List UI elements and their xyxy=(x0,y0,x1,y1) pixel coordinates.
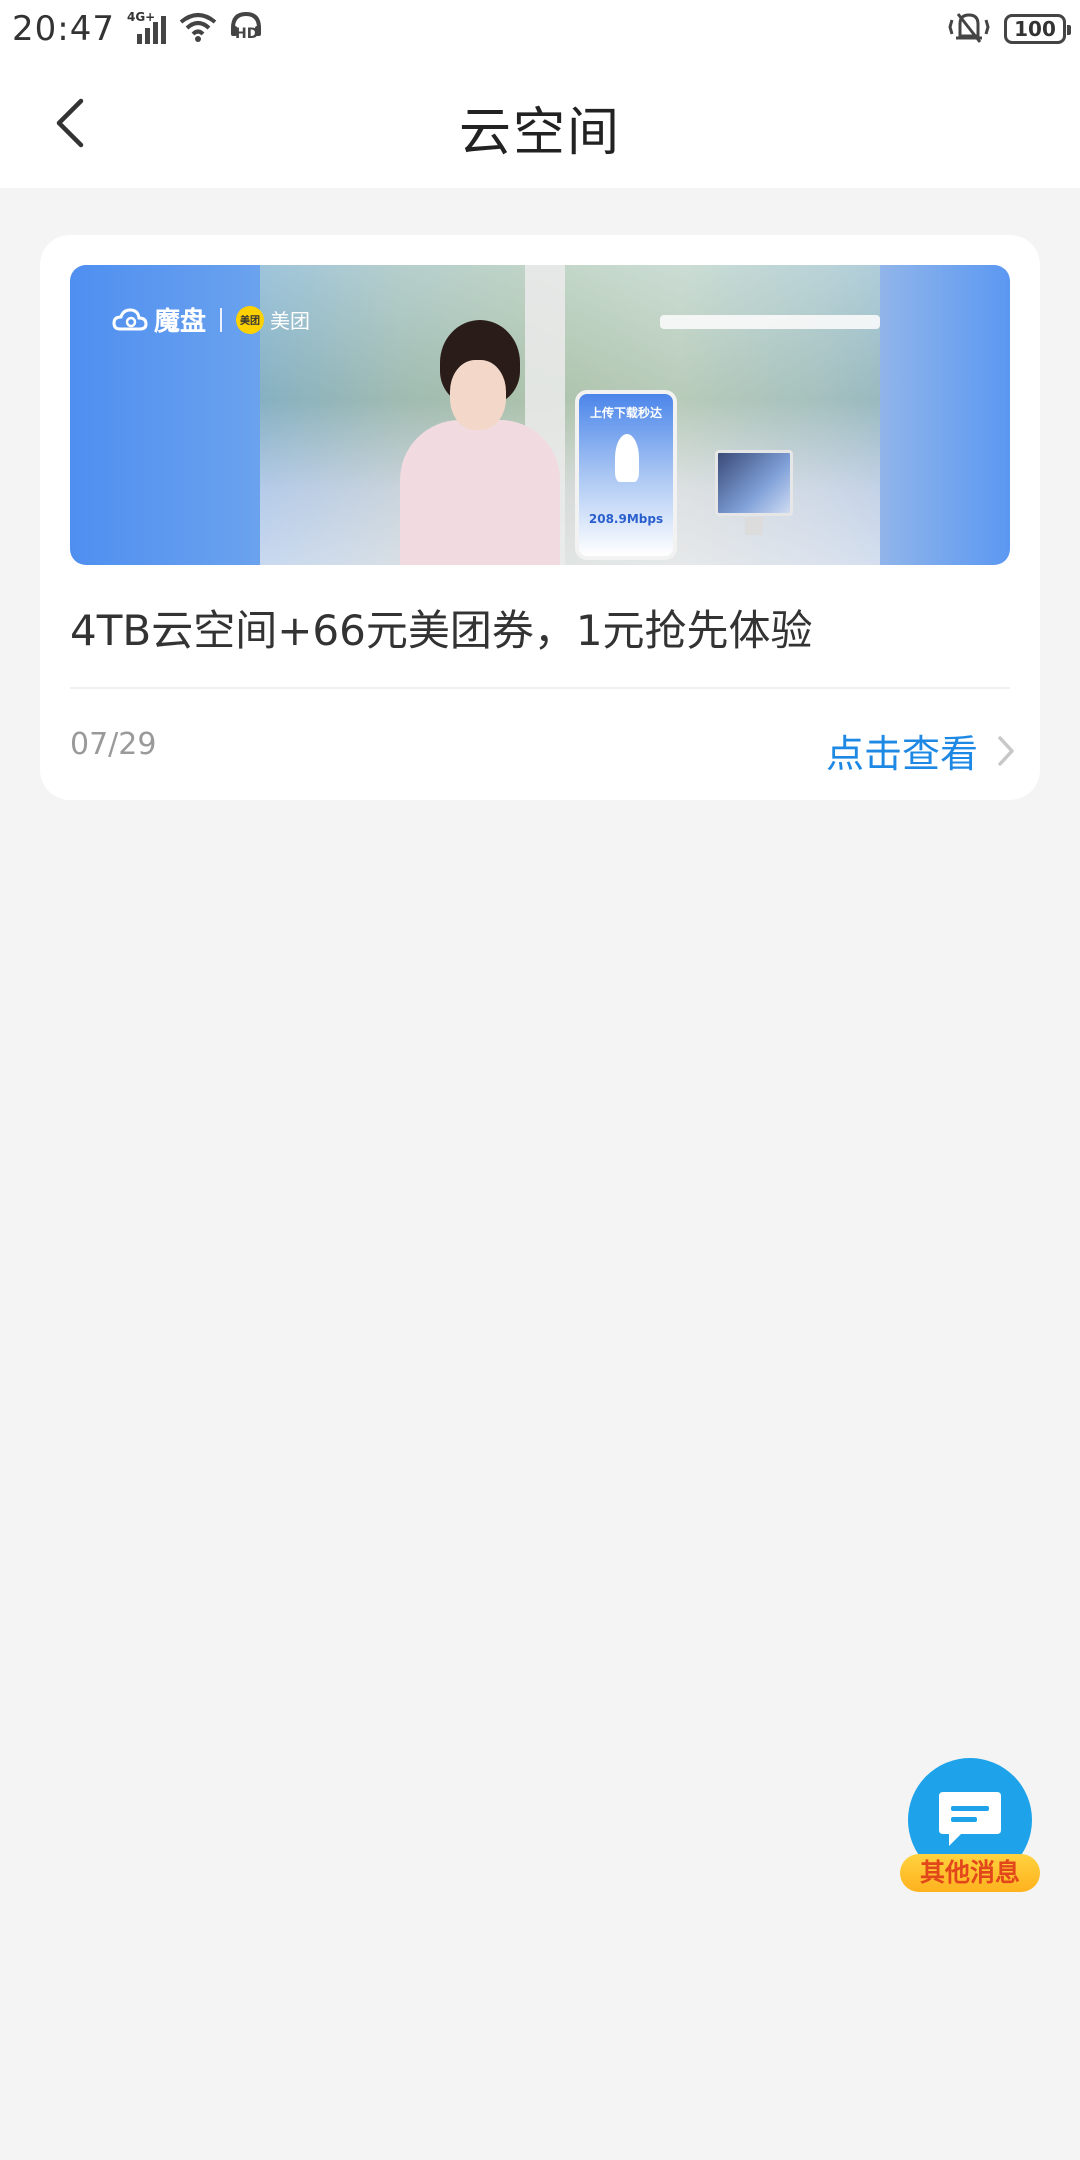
banner-window-backdrop xyxy=(260,265,880,565)
meituan-badge-icon: 美团 xyxy=(236,305,265,334)
model-face xyxy=(450,360,506,430)
signal-icon: 4G+ xyxy=(127,10,167,46)
vibrate-icon xyxy=(948,10,990,48)
status-right: 100 xyxy=(948,10,1071,48)
card-date: 07/29 xyxy=(70,727,157,762)
card-title: 4TB云空间+66元美团券，1元抢先体验 xyxy=(70,606,813,655)
rocket-icon xyxy=(615,434,639,482)
partner-name: 美团 xyxy=(270,309,311,333)
phone-mockup: 上传下载秒达 208.9Mbps xyxy=(575,390,677,560)
card-divider xyxy=(70,687,1010,689)
status-left: 20:47 4G+ HD xyxy=(12,9,263,49)
cloud-icon xyxy=(112,307,148,330)
mopan-logo: 魔盘 xyxy=(112,301,206,338)
banner-logo-group: 魔盘 美团 美团 xyxy=(112,301,310,338)
model-body xyxy=(400,420,560,565)
fab-label: 其他消息 xyxy=(900,1854,1040,1892)
hd-call-icon: HD xyxy=(229,12,263,46)
wifi-icon xyxy=(179,12,217,46)
promo-banner-image[interactable]: 魔盘 美团 美团 上传下载秒达 208.9Mbps xyxy=(70,265,1010,565)
status-icons: 4G+ HD xyxy=(127,10,263,46)
meituan-logo: 美团 美团 xyxy=(236,305,310,334)
view-details-label: 点击查看 xyxy=(825,732,978,776)
chevron-right-icon xyxy=(998,735,1014,766)
model-photo xyxy=(400,320,560,565)
promo-card[interactable]: 魔盘 美团 美团 上传下载秒达 208.9Mbps 4TB云空间+66元美团券，… xyxy=(40,235,1040,800)
status-bar: 20:47 4G+ HD 100 xyxy=(0,0,1080,58)
app-header: 云空间 xyxy=(0,58,1080,188)
hd-label: HD xyxy=(234,26,259,42)
phone-speed: 208.9Mbps xyxy=(588,512,664,526)
status-time: 20:47 xyxy=(12,9,115,49)
battery-icon: 100 xyxy=(1004,14,1071,44)
phone-headline: 上传下载秒达 xyxy=(589,406,662,420)
page-title: 云空间 xyxy=(458,103,621,163)
logo-divider xyxy=(220,307,223,332)
banner-shelf xyxy=(660,315,880,329)
brand-name: 魔盘 xyxy=(154,307,207,337)
other-messages-button[interactable]: 其他消息 xyxy=(900,1758,1040,1892)
monitor-stand xyxy=(745,517,763,535)
monitor-image xyxy=(715,450,793,516)
view-details-link[interactable]: 点击查看 xyxy=(826,723,1016,778)
chat-bubble-icon xyxy=(939,1792,1001,1846)
